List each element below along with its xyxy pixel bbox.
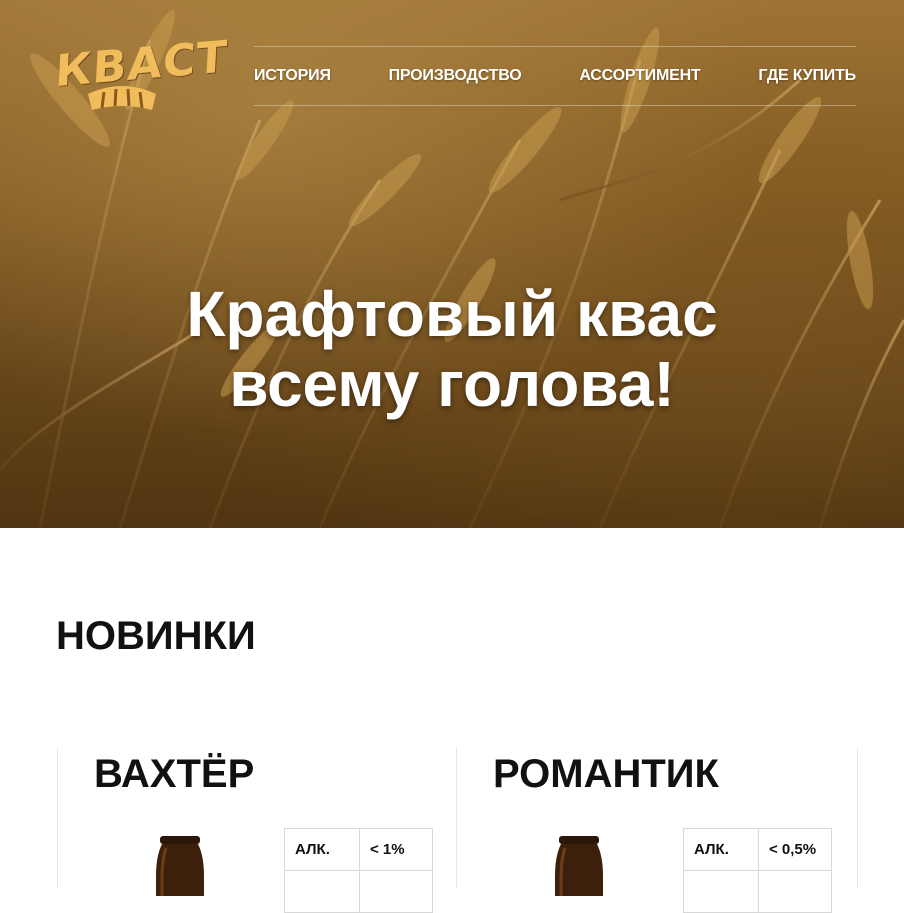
spec-row (284, 870, 433, 913)
nav-link-history[interactable]: ИСТОРИЯ (254, 67, 331, 85)
nav-link-production[interactable]: ПРОИЗВОДСТВО (389, 67, 522, 85)
hero-title-line-1: Крафтовый квас (186, 277, 718, 350)
nav-link-assortment[interactable]: АССОРТИМЕНТ (579, 67, 700, 85)
section-title-new: НОВИНКИ (56, 614, 256, 658)
spec-value: < 1% (359, 828, 433, 871)
spec-label-empty (284, 870, 360, 913)
site-header: КВАСТ ИСТОРИЯ ПРОИЗВОДСТВО АССОРТИМЕНТ Г… (0, 0, 904, 130)
spec-row: АЛК. < 0,5% (683, 828, 832, 871)
hero-banner: КВАСТ ИСТОРИЯ ПРОИЗВОДСТВО АССОРТИМЕНТ Г… (0, 0, 904, 528)
spec-label: АЛК. (683, 828, 759, 871)
spec-table: АЛК. < 0,5% (683, 828, 832, 913)
main-nav: ИСТОРИЯ ПРОИЗВОДСТВО АССОРТИМЕНТ ГДЕ КУП… (254, 46, 856, 106)
spec-label-empty (683, 870, 759, 913)
spec-row: АЛК. < 1% (284, 828, 433, 871)
bottle-icon (555, 836, 603, 896)
nav-link-where-to-buy[interactable]: ГДЕ КУПИТЬ (758, 67, 856, 85)
spec-value-empty (758, 870, 832, 913)
product-card[interactable]: РОМАНТИК АЛК. < 0,5% (456, 748, 858, 913)
bottle-icon (156, 836, 204, 896)
hero-title: Крафтовый квас всему голова! (0, 279, 904, 419)
product-name: ВАХТЁР (94, 752, 255, 796)
spec-value-empty (359, 870, 433, 913)
hero-title-line-2: всему голова! (229, 347, 675, 420)
spec-value: < 0,5% (758, 828, 832, 871)
logo[interactable]: КВАСТ (54, 32, 229, 118)
product-card[interactable]: ВАХТЁР АЛК. < 1% (57, 748, 458, 913)
bread-loaves-icon (88, 86, 156, 110)
spec-table: АЛК. < 1% (284, 828, 433, 913)
spec-row (683, 870, 832, 913)
spec-label: АЛК. (284, 828, 360, 871)
product-name: РОМАНТИК (493, 752, 719, 796)
